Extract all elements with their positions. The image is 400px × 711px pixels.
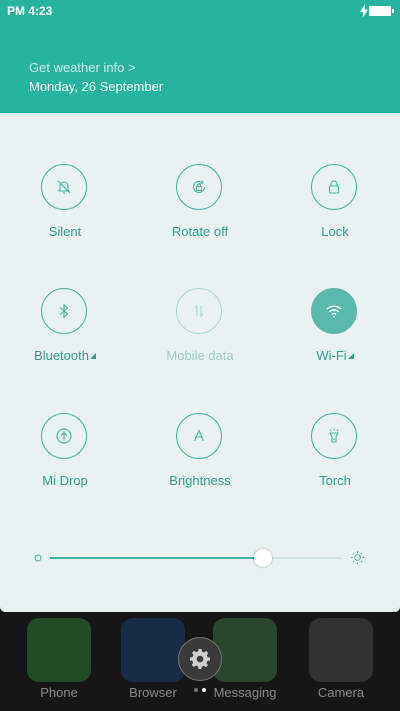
- quick-settings-panel: Silent Rotate off Lock Bluetooth Mobile …: [0, 113, 400, 612]
- date-label: Monday, 26 September: [29, 79, 164, 94]
- weather-link[interactable]: Get weather info >: [29, 60, 136, 75]
- browser-app-icon[interactable]: [121, 618, 185, 682]
- wifi-icon: [326, 305, 342, 318]
- tile-label: Bluetooth: [5, 348, 125, 363]
- auto-brightness-toggle[interactable]: [176, 413, 222, 459]
- brightness-low-icon: [34, 554, 42, 562]
- tile-label: Rotate off: [171, 224, 229, 239]
- tile-mobile-data[interactable]: Mobile data: [140, 288, 260, 378]
- tile-silent[interactable]: Silent: [5, 164, 125, 254]
- tile-rotate[interactable]: Rotate off: [140, 164, 260, 254]
- status-time: PM 4:23: [7, 4, 53, 18]
- tile-bluetooth[interactable]: Bluetooth: [5, 288, 125, 378]
- messaging-app-icon[interactable]: [213, 618, 277, 682]
- tile-label: Brightness: [169, 473, 231, 488]
- battery-charging-icon: [369, 6, 394, 16]
- tile-label: Lock: [321, 224, 349, 239]
- silent-toggle[interactable]: [41, 164, 87, 210]
- app-label-messaging: Messaging: [213, 685, 277, 700]
- tile-label: Torch: [319, 473, 351, 488]
- bell-off-icon: [57, 180, 71, 194]
- page-dot: [194, 688, 198, 692]
- wifi-label: Wi-Fi: [316, 348, 347, 363]
- tile-label: Wi-Fi: [275, 348, 395, 363]
- bluetooth-icon: [59, 303, 69, 319]
- bluetooth-label: Bluetooth: [34, 348, 89, 363]
- phone-app-icon[interactable]: [27, 618, 91, 682]
- auto-brightness-icon: [193, 429, 205, 442]
- rotate-toggle[interactable]: [176, 164, 222, 210]
- rotate-lock-icon: [192, 180, 206, 193]
- app-label-camera: Camera: [317, 685, 365, 700]
- app-label-browser: Browser: [129, 685, 177, 700]
- tile-label: Mi Drop: [42, 473, 88, 488]
- page-indicator: [194, 688, 206, 692]
- tile-label: Mobile data: [166, 348, 234, 363]
- notification-header: PM 4:23 Get weather info > Monday, 26 Se…: [0, 0, 400, 113]
- tile-torch[interactable]: Torch: [275, 413, 395, 503]
- tile-brightness[interactable]: Brightness: [140, 413, 260, 503]
- brightness-slider[interactable]: [50, 549, 342, 567]
- brightness-high-icon: [350, 550, 365, 565]
- wifi-toggle[interactable]: [311, 288, 357, 334]
- gear-icon: [190, 649, 210, 669]
- tile-lock[interactable]: Lock: [275, 164, 395, 254]
- settings-button[interactable]: [178, 637, 222, 681]
- tile-label: Silent: [48, 224, 82, 239]
- flashlight-icon: [329, 428, 339, 443]
- expand-arrow-icon[interactable]: [347, 353, 354, 359]
- page-dot-active: [202, 688, 206, 692]
- bluetooth-toggle[interactable]: [41, 288, 87, 334]
- brightness-slider-fill: [50, 557, 264, 559]
- expand-arrow-icon[interactable]: [89, 353, 96, 359]
- tile-wifi[interactable]: Wi-Fi: [275, 288, 395, 378]
- lock-toggle[interactable]: [311, 164, 357, 210]
- mobile-data-toggle[interactable]: [176, 288, 222, 334]
- torch-toggle[interactable]: [311, 413, 357, 459]
- status-bar: PM 4:23: [0, 0, 400, 24]
- upload-icon: [56, 428, 72, 444]
- mi-drop-toggle[interactable]: [41, 413, 87, 459]
- brightness-slider-thumb[interactable]: [254, 549, 273, 567]
- tile-mi-drop[interactable]: Mi Drop: [5, 413, 125, 503]
- charging-bolt-icon: [360, 4, 368, 18]
- mobile-data-icon: [194, 304, 204, 318]
- home-screen-dock: Phone Browser Messaging Camera: [0, 612, 400, 711]
- app-label-phone: Phone: [40, 685, 78, 700]
- lock-icon: [328, 180, 340, 194]
- camera-app-icon[interactable]: [309, 618, 373, 682]
